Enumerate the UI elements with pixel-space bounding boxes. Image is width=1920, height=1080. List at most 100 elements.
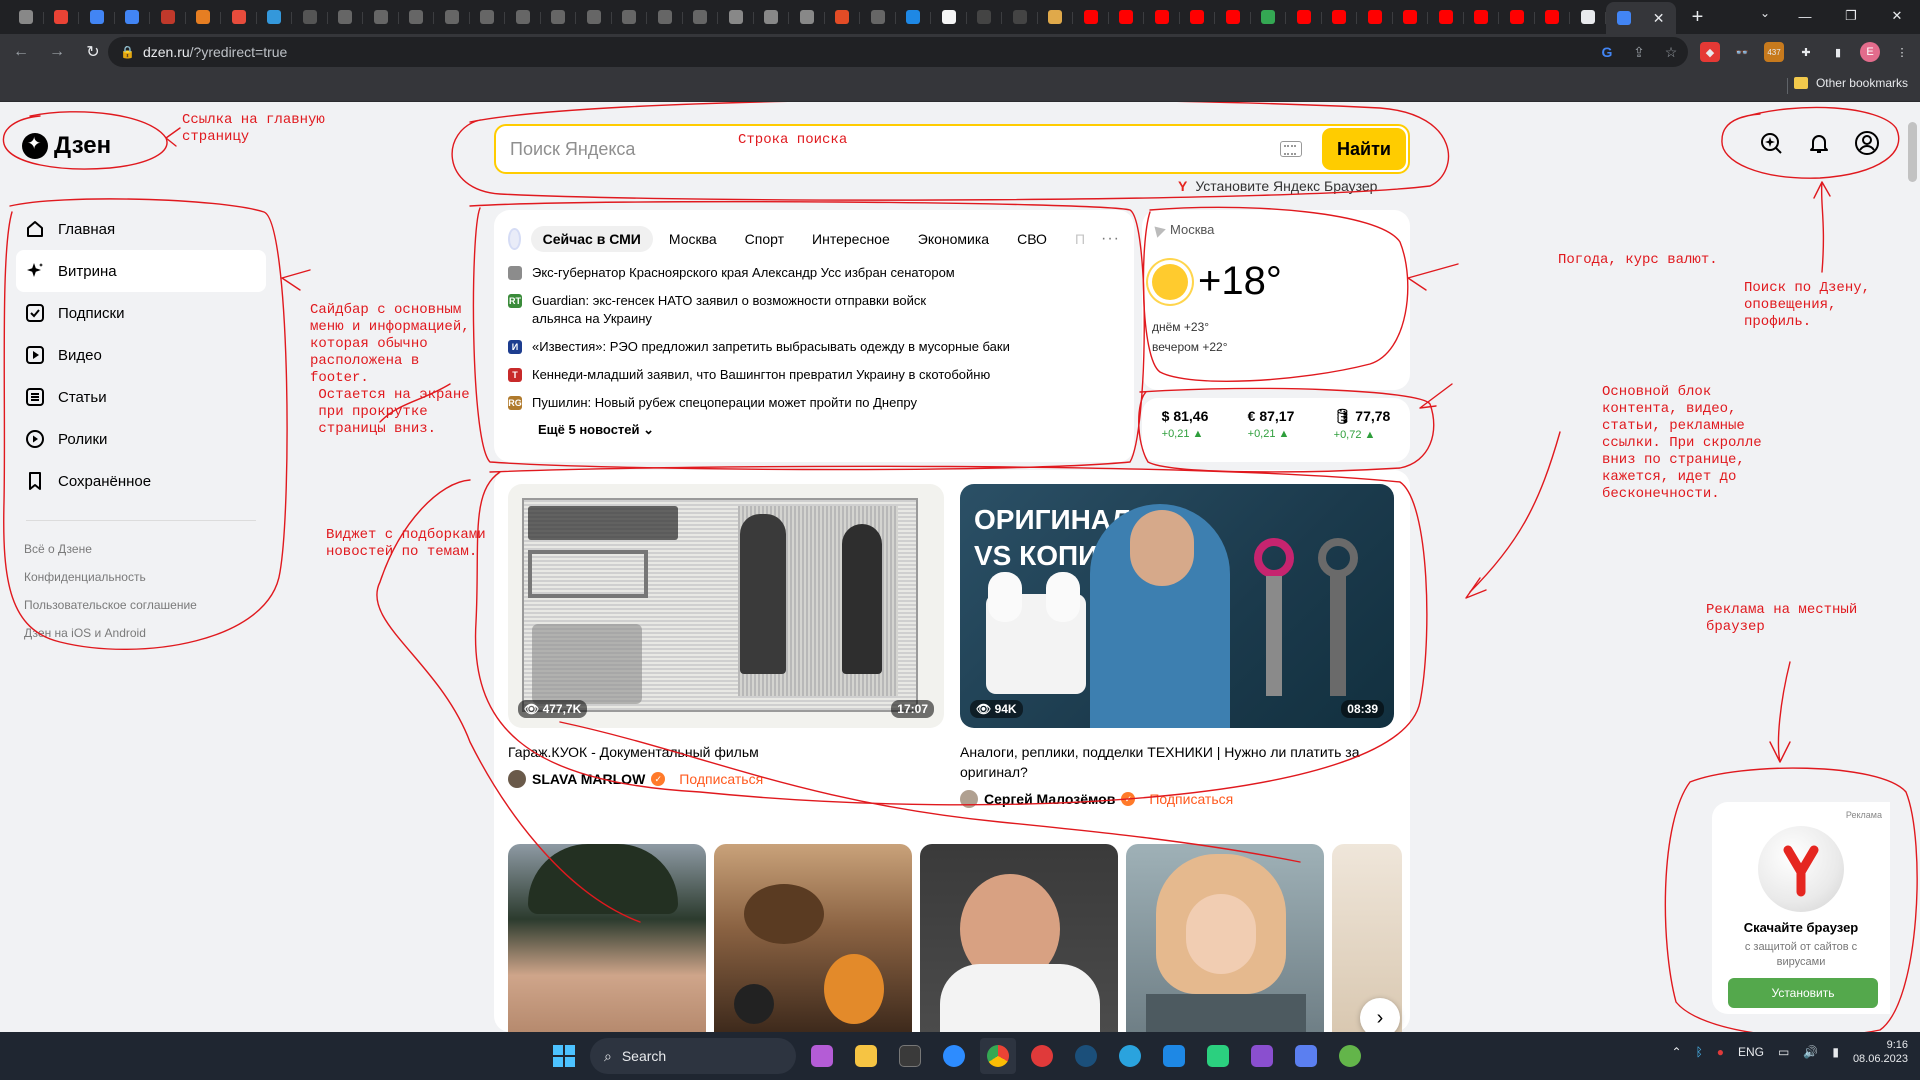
tab[interactable]	[1322, 4, 1357, 30]
tab[interactable]	[292, 4, 328, 30]
new-tab-button[interactable]: +	[1686, 6, 1710, 29]
news-item[interactable]: Т Кеннеди-младший заявил, что Вашингтон …	[508, 366, 1120, 384]
tab[interactable]	[363, 4, 399, 30]
tab[interactable]	[328, 4, 363, 30]
tab-search-icon[interactable]: ⌄	[1760, 6, 1770, 20]
tab[interactable]	[44, 4, 79, 30]
terminal-icon[interactable]	[892, 1038, 928, 1074]
tab-interesting[interactable]: Интересное	[800, 226, 902, 252]
tab[interactable]	[434, 4, 470, 30]
bluetooth-icon[interactable]: ᛒ	[1696, 1045, 1703, 1059]
chrome-icon[interactable]	[980, 1038, 1016, 1074]
currency-usd[interactable]: $ 81,46 +0,21 ▲	[1162, 408, 1209, 462]
forward-icon[interactable]: →	[42, 37, 72, 67]
telegram-icon[interactable]	[1112, 1038, 1148, 1074]
vscode-icon[interactable]	[1156, 1038, 1192, 1074]
tab[interactable]	[789, 4, 825, 30]
steam-icon[interactable]	[1068, 1038, 1104, 1074]
sidebar-item-video[interactable]: Видео	[16, 334, 266, 376]
tab[interactable]	[221, 4, 257, 30]
volume-icon[interactable]: 🔊	[1803, 1045, 1818, 1059]
tab-moscow[interactable]: Москва	[657, 226, 729, 252]
video-title[interactable]: Аналоги, реплики, подделки ТЕХНИКИ | Нуж…	[960, 742, 1394, 782]
news-item[interactable]: Экс-губернатор Красноярского края Алекса…	[508, 264, 1120, 282]
tab[interactable]	[1428, 4, 1464, 30]
tab[interactable]	[647, 4, 683, 30]
more-tabs-icon[interactable]: ···	[1101, 230, 1120, 248]
subscribe-button[interactable]: Подписаться	[679, 771, 763, 787]
tab[interactable]	[896, 4, 931, 30]
tab[interactable]	[1499, 4, 1535, 30]
sidebar-item-subscriptions[interactable]: Подписки	[16, 292, 266, 334]
app-icon-red[interactable]	[1024, 1038, 1060, 1074]
bell-icon[interactable]	[1806, 130, 1832, 156]
subscribe-button[interactable]: Подписаться	[1149, 791, 1233, 807]
tab-economy[interactable]: Экономика	[906, 226, 1001, 252]
tab-svo[interactable]: СВО	[1005, 226, 1059, 252]
language-indicator[interactable]: ENG	[1738, 1045, 1764, 1059]
maximize-button[interactable]: ❐	[1828, 0, 1874, 32]
lock-icon[interactable]: 🔒	[120, 45, 135, 59]
visual-studio-icon[interactable]	[1244, 1038, 1280, 1074]
tab[interactable]	[1393, 4, 1428, 30]
tab[interactable]	[1073, 4, 1109, 30]
channel-avatar[interactable]	[508, 770, 526, 788]
install-browser-link[interactable]: Y Установите Яндекс Браузер	[1178, 178, 1377, 194]
tab-media-now[interactable]: Сейчас в СМИ	[530, 226, 653, 252]
tab[interactable]	[931, 4, 967, 30]
tab[interactable]	[79, 4, 115, 30]
tab[interactable]	[1038, 4, 1073, 30]
tab[interactable]	[186, 4, 221, 30]
minimize-button[interactable]: —	[1782, 0, 1828, 32]
short-video-thumbnail[interactable]	[920, 844, 1118, 1032]
torrent-icon[interactable]	[1332, 1038, 1368, 1074]
channel-avatar[interactable]	[960, 790, 978, 808]
sidepanel-icon[interactable]: ▮	[1828, 42, 1848, 62]
tab[interactable]	[1002, 4, 1038, 30]
chevron-up-icon[interactable]: ⌃	[1672, 1045, 1682, 1059]
tab[interactable]	[683, 4, 718, 30]
footer-link-privacy[interactable]: Конфиденциальность	[16, 563, 266, 591]
tab[interactable]	[1535, 4, 1570, 30]
zoom-icon[interactable]	[936, 1038, 972, 1074]
tab[interactable]	[115, 4, 150, 30]
menu-icon[interactable]: ⋮	[1892, 42, 1912, 62]
extension-badge-icon[interactable]: 437	[1764, 42, 1784, 62]
more-news-button[interactable]: Ещё 5 новостей ⌄	[538, 422, 1120, 438]
sidebar-item-clips[interactable]: Ролики	[16, 418, 266, 460]
scrollbar[interactable]	[1905, 102, 1920, 1032]
tab[interactable]	[505, 4, 541, 30]
tab[interactable]	[718, 4, 754, 30]
extension-red-icon[interactable]: ◆	[1700, 42, 1720, 62]
folder-app-icon[interactable]	[848, 1038, 884, 1074]
tab-active[interactable]: ✕	[1605, 2, 1676, 34]
tab[interactable]	[1251, 4, 1286, 30]
currency-eur[interactable]: € 87,17 +0,21 ▲	[1248, 408, 1295, 462]
tray-app-icon[interactable]: ●	[1717, 1045, 1724, 1059]
tab[interactable]	[1144, 4, 1180, 30]
short-video-thumbnail[interactable]	[1126, 844, 1324, 1032]
puzzle-icon[interactable]: ✚	[1796, 42, 1816, 62]
tab[interactable]	[967, 4, 1002, 30]
tab[interactable]	[612, 4, 647, 30]
display-icon[interactable]: ▭	[1778, 1045, 1789, 1059]
tab-sport[interactable]: Спорт	[733, 226, 796, 252]
video-thumbnail[interactable]: 👁 477,7K 17:07	[508, 484, 944, 728]
sidebar-item-home[interactable]: Главная	[16, 208, 266, 250]
tab[interactable]	[754, 4, 789, 30]
footer-link-apps[interactable]: Дзен на iOS и Android	[16, 619, 266, 647]
tab[interactable]	[860, 4, 896, 30]
tab[interactable]	[541, 4, 576, 30]
tab[interactable]	[150, 4, 186, 30]
tab[interactable]	[1570, 4, 1606, 30]
currency-oil[interactable]: 🛢 77,78 +0,72 ▲	[1334, 408, 1391, 462]
tab[interactable]	[1464, 4, 1499, 30]
scroll-thumb[interactable]	[1908, 122, 1917, 182]
tab[interactable]	[825, 4, 860, 30]
browser-ad[interactable]: Реклама Скачайте браузер с защитой от са…	[1712, 802, 1890, 1014]
address-bar[interactable]: 🔒 dzen.ru/?yredirect=true G ⇪ ☆	[108, 37, 1688, 67]
search-button[interactable]: Найти	[1322, 128, 1406, 170]
app-icon-blue[interactable]	[1288, 1038, 1324, 1074]
pycharm-icon[interactable]	[1200, 1038, 1236, 1074]
channel-name[interactable]: SLAVA MARLOW	[532, 771, 645, 787]
